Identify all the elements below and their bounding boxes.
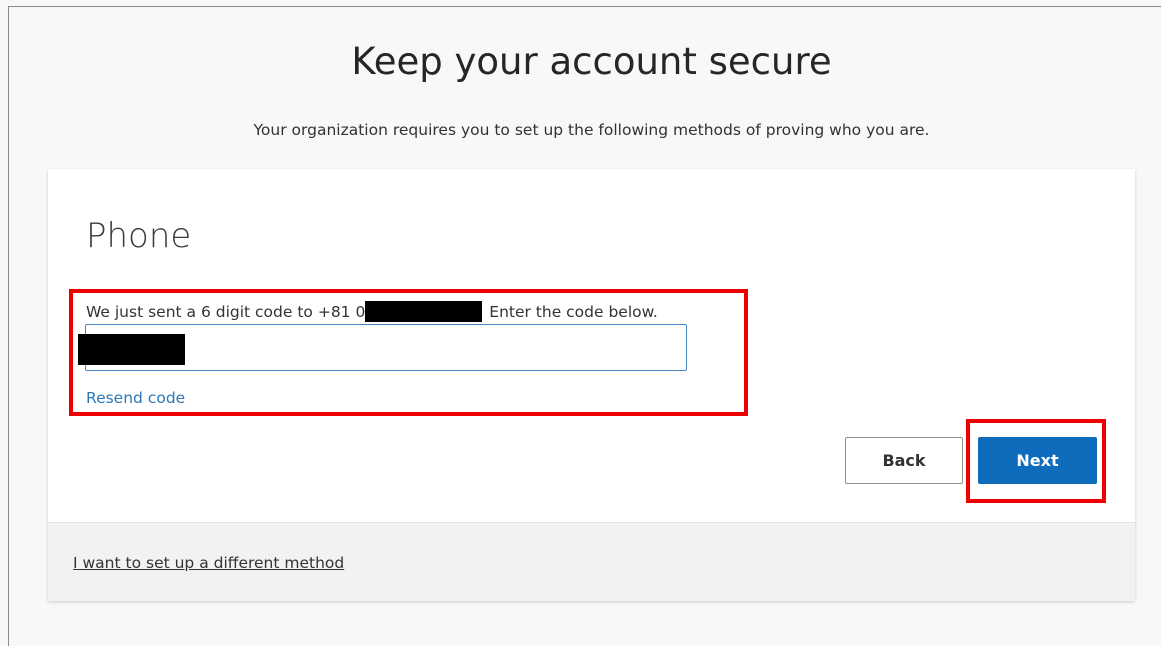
code-instruction: We just sent a 6 digit code to +81 0 Ent… bbox=[86, 301, 658, 322]
setup-card: Phone We just sent a 6 digit code to +81… bbox=[48, 169, 1135, 601]
page-subtitle: Your organization requires you to set up… bbox=[253, 121, 930, 139]
instruction-suffix: Enter the code below. bbox=[484, 303, 658, 321]
different-method-link[interactable]: I want to set up a different method bbox=[73, 554, 344, 572]
instruction-prefix: We just sent a 6 digit code to +81 0 bbox=[86, 303, 366, 321]
back-button[interactable]: Back bbox=[845, 437, 963, 484]
method-title: Phone bbox=[86, 216, 192, 256]
next-button[interactable]: Next bbox=[978, 437, 1097, 484]
redacted-phone-number bbox=[365, 301, 483, 322]
redacted-code-block bbox=[78, 334, 185, 365]
page-title: Keep your account secure bbox=[351, 40, 832, 83]
resend-code-link[interactable]: Resend code bbox=[86, 389, 185, 407]
